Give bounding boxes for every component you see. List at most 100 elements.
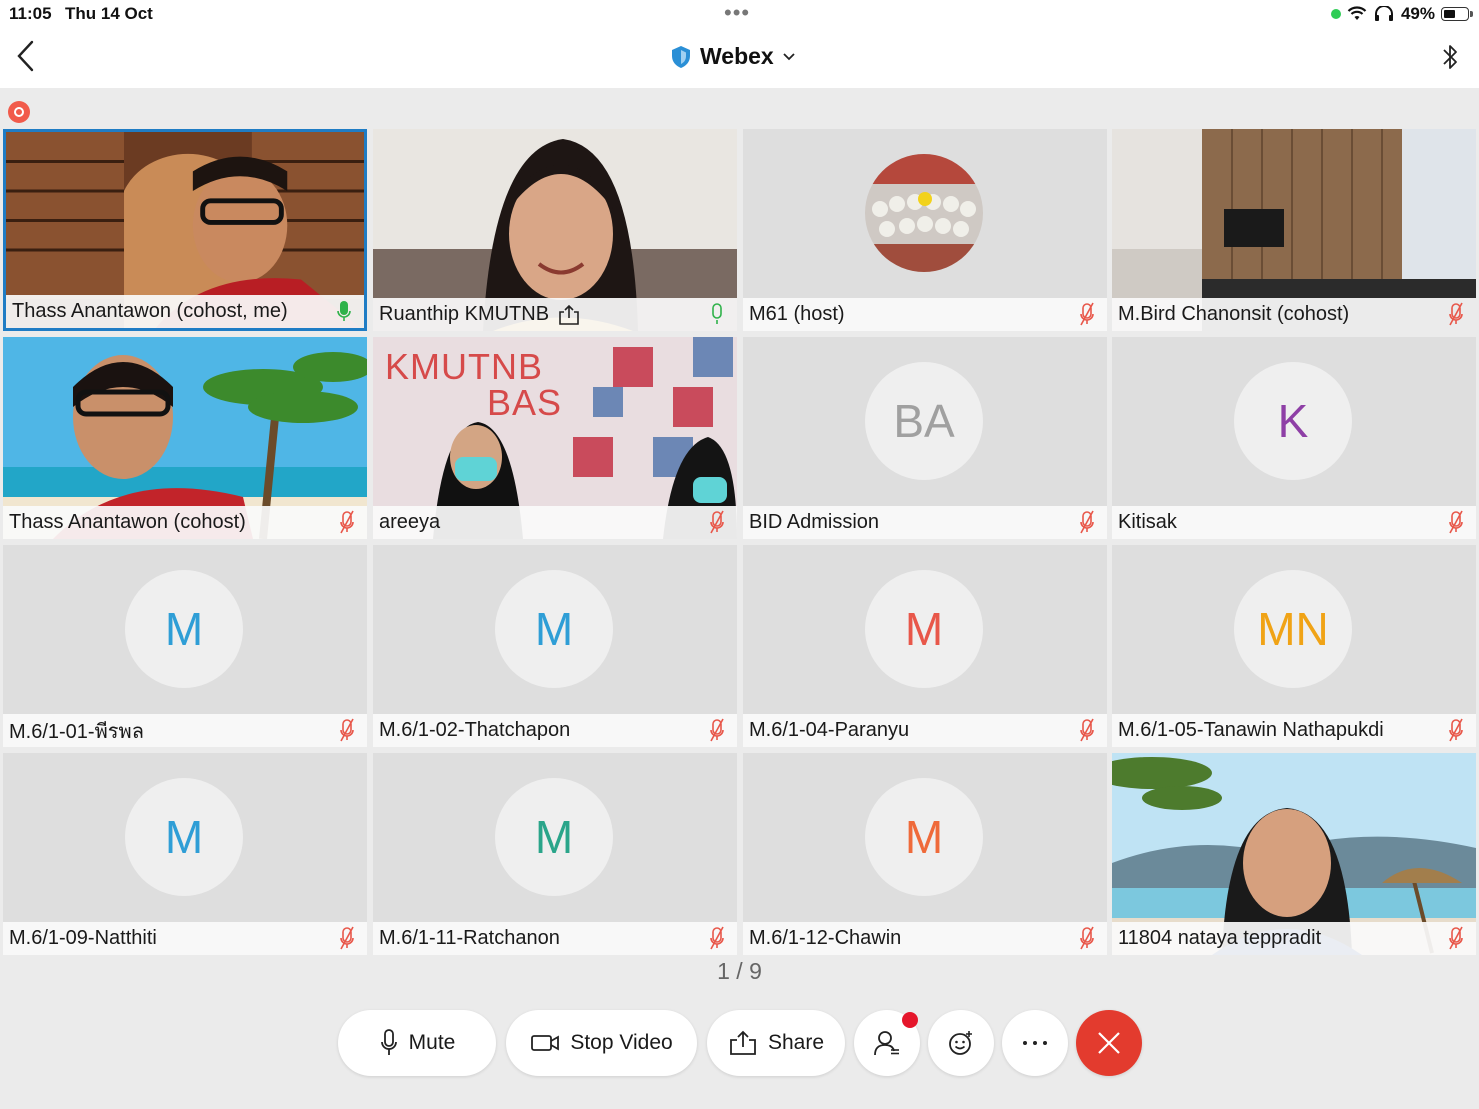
participant-name: M61 (host) bbox=[749, 303, 845, 325]
participant-namebar: M.6/1-05-Tanawin Nathapukdi bbox=[1112, 714, 1476, 747]
shield-icon bbox=[672, 45, 690, 68]
participant-name: M.6/1-04-Paranyu bbox=[749, 719, 910, 741]
battery-percentage: 49% bbox=[1400, 4, 1435, 23]
back-chevron-icon[interactable] bbox=[12, 38, 42, 74]
participant-namebar: M.6/1-01-พีรพล bbox=[3, 714, 367, 747]
participant-name: M.6/1-01-พีรพล bbox=[9, 720, 144, 743]
chevron-down-icon bbox=[783, 52, 795, 60]
participant-tile[interactable]: 11804 nataya teppradit bbox=[1112, 753, 1476, 955]
app-title: Webex bbox=[700, 43, 774, 69]
headphones-icon bbox=[1374, 6, 1393, 21]
initials-avatar: K bbox=[1234, 362, 1352, 480]
mute-button[interactable]: Mute bbox=[338, 1010, 496, 1076]
mic-muted-icon bbox=[340, 718, 354, 742]
participant-namebar: Thass Anantawon (cohost, me) bbox=[6, 295, 364, 328]
participant-photo-avatar bbox=[865, 154, 983, 272]
participant-tile[interactable]: BA BID Admission bbox=[743, 337, 1107, 539]
emoji-icon bbox=[949, 1031, 972, 1055]
participant-tile[interactable]: M61 (host) bbox=[743, 129, 1107, 331]
initials-avatar: M bbox=[495, 570, 613, 688]
stop-video-label: Stop Video bbox=[570, 1031, 673, 1054]
participant-tile[interactable]: Thass Anantawon (cohost) bbox=[3, 337, 367, 539]
microphone-icon bbox=[380, 1029, 397, 1055]
participant-namebar: Thass Anantawon (cohost) bbox=[3, 506, 367, 539]
participant-namebar: M.6/1-12-Chawin bbox=[743, 922, 1107, 955]
video-camera-icon bbox=[531, 1035, 560, 1051]
share-indicator-icon bbox=[559, 304, 579, 325]
participant-tile[interactable]: M M.6/1-12-Chawin bbox=[743, 753, 1107, 955]
more-options-button[interactable] bbox=[1002, 1010, 1068, 1076]
multitask-dots-icon[interactable]: ••• bbox=[724, 2, 750, 24]
close-icon bbox=[1098, 1032, 1120, 1054]
avatar-initials: M bbox=[164, 603, 204, 655]
mic-muted-icon bbox=[1449, 718, 1463, 742]
participant-namebar: M.6/1-04-Paranyu bbox=[743, 714, 1107, 747]
leave-meeting-button[interactable] bbox=[1076, 1010, 1142, 1076]
avatar-initials: M bbox=[904, 603, 944, 655]
participant-name: Ruanthip KMUTNB bbox=[379, 303, 550, 325]
participant-namebar: areeya bbox=[373, 506, 737, 539]
mic-muted-icon bbox=[710, 718, 724, 742]
share-button[interactable]: Share bbox=[707, 1010, 845, 1076]
camera-in-use-indicator bbox=[1330, 9, 1341, 19]
participants-button[interactable] bbox=[854, 1010, 920, 1076]
reactions-button[interactable] bbox=[928, 1010, 994, 1076]
initials-avatar: BA bbox=[865, 362, 983, 480]
share-icon bbox=[730, 1030, 756, 1055]
notification-dot bbox=[902, 1012, 918, 1028]
participant-name: M.Bird Chanonsit (cohost) bbox=[1118, 303, 1350, 325]
participant-name: Kitisak bbox=[1118, 511, 1177, 533]
bluetooth-icon[interactable] bbox=[1439, 40, 1461, 74]
status-date: Thu 14 Oct bbox=[65, 4, 153, 23]
avatar-initials: BA bbox=[893, 395, 955, 447]
avatar-initials: K bbox=[1277, 395, 1309, 447]
stop-video-button[interactable]: Stop Video bbox=[506, 1010, 697, 1076]
initials-avatar: MN bbox=[1234, 570, 1352, 688]
participant-namebar: M.6/1-09-Natthiti bbox=[3, 922, 367, 955]
wifi-icon bbox=[1347, 6, 1367, 20]
mic-muted-icon bbox=[1080, 926, 1094, 950]
participant-namebar: M.6/1-02-Thatchapon bbox=[373, 714, 737, 747]
participant-tile[interactable]: M M.6/1-04-Paranyu bbox=[743, 545, 1107, 747]
avatar-initials: M bbox=[164, 811, 204, 863]
meeting-title[interactable]: Webex bbox=[670, 43, 796, 70]
participants-icon bbox=[874, 1031, 899, 1056]
participant-name: Thass Anantawon (cohost, me) bbox=[12, 300, 288, 322]
participant-tile[interactable]: M M.6/1-01-พีรพล bbox=[3, 545, 367, 747]
avatar-initials: M bbox=[904, 811, 944, 863]
participant-tile[interactable]: M M.6/1-09-Natthiti bbox=[3, 753, 367, 955]
avatar-initials: MN bbox=[1257, 603, 1329, 655]
mic-muted-icon bbox=[1449, 510, 1463, 534]
participant-tile[interactable]: M M.6/1-11-Ratchanon bbox=[373, 753, 737, 955]
participant-namebar: M61 (host) bbox=[743, 298, 1107, 331]
participant-name: M.6/1-11-Ratchanon bbox=[379, 927, 560, 949]
participant-tile[interactable]: Thass Anantawon (cohost, me) bbox=[3, 129, 367, 331]
initials-avatar: M bbox=[865, 570, 983, 688]
participant-name: BID Admission bbox=[749, 511, 880, 533]
more-icon bbox=[1023, 1041, 1047, 1045]
initials-avatar: M bbox=[865, 778, 983, 896]
participant-tile[interactable]: M M.6/1-02-Thatchapon bbox=[373, 545, 737, 747]
status-indicators: 49% bbox=[1330, 4, 1473, 24]
participant-namebar: Kitisak bbox=[1112, 506, 1476, 539]
mute-label: Mute bbox=[408, 1031, 456, 1054]
participant-tile[interactable]: K Kitisak bbox=[1112, 337, 1476, 539]
mic-muted-icon bbox=[1449, 926, 1463, 950]
participant-tile[interactable]: M.Bird Chanonsit (cohost) bbox=[1112, 129, 1476, 331]
participant-tile[interactable]: KMUTNB BAS areeya bbox=[373, 337, 737, 539]
participant-name: areeya bbox=[379, 511, 441, 533]
banner-text: KMUTNB BAS bbox=[385, 346, 563, 423]
participant-tile[interactable]: Ruanthip KMUTNB bbox=[373, 129, 737, 331]
mic-muted-icon bbox=[340, 510, 354, 534]
top-bar: 11:05 Thu 14 Oct ••• 49% Webex bbox=[0, 0, 1479, 88]
participant-namebar: M.Bird Chanonsit (cohost) bbox=[1112, 298, 1476, 331]
initials-avatar: M bbox=[125, 570, 243, 688]
page-indicator: 1 / 9 bbox=[717, 958, 762, 984]
participant-name: M.6/1-09-Natthiti bbox=[9, 927, 157, 949]
participant-namebar: BID Admission bbox=[743, 506, 1107, 539]
status-time: 11:05 bbox=[9, 4, 52, 23]
mic-on-icon bbox=[337, 301, 351, 321]
participant-tile[interactable]: MN M.6/1-05-Tanawin Nathapukdi bbox=[1112, 545, 1476, 747]
avatar-initials: M bbox=[534, 603, 574, 655]
initials-avatar: M bbox=[125, 778, 243, 896]
